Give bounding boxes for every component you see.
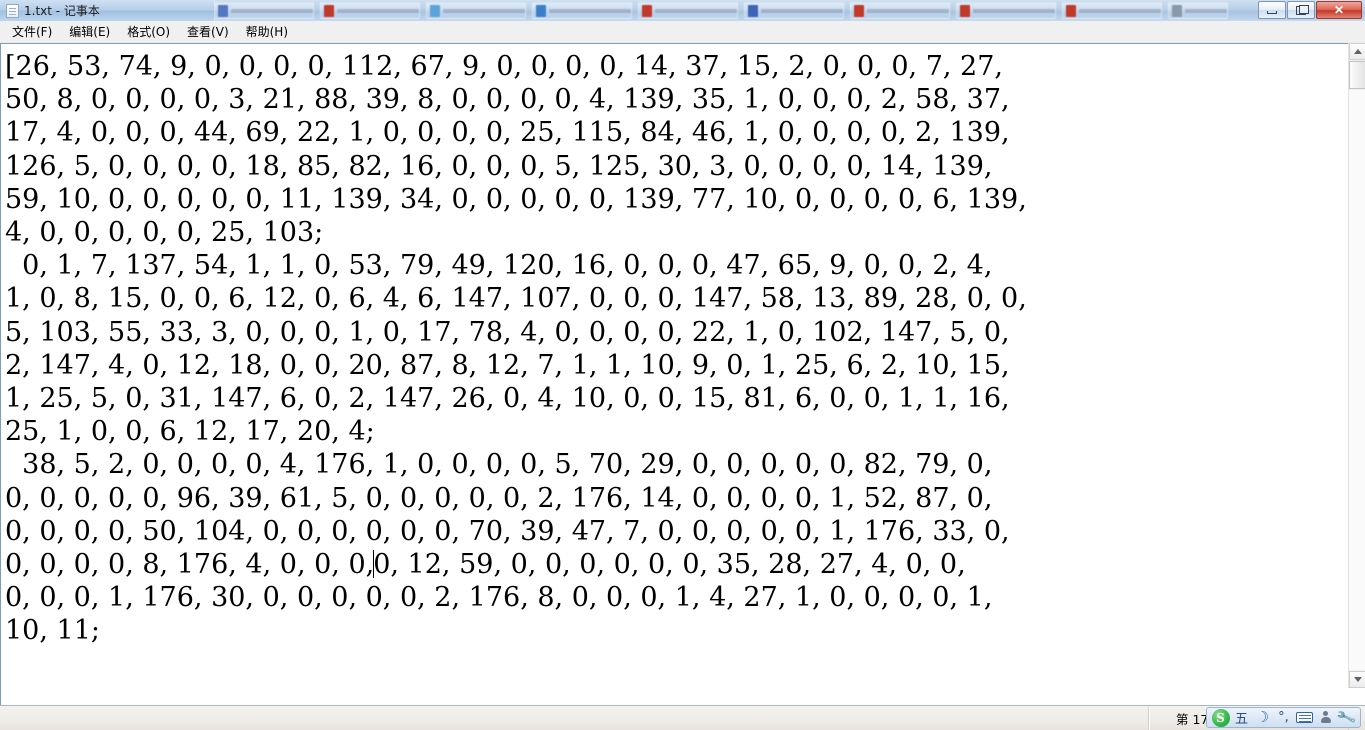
ime-tools[interactable]: 🔧 [1335,707,1358,728]
close-button[interactable]: ✕ [1316,1,1362,19]
wrench-icon: 🔧 [1335,707,1358,728]
editor-content: [26, 53, 74, 9, 0, 0, 0, 0, 112, 67, 9, … [5,50,1332,648]
chevron-up-icon [1353,49,1362,54]
ime-user-center[interactable] [1315,709,1336,727]
chevron-down-icon [1353,677,1362,682]
ime-shape-toggle[interactable]: ☽ [1252,709,1273,727]
ime-input-mode[interactable]: 五 [1231,709,1252,727]
statusbar-spacer [0,706,1149,730]
sogou-logo-icon: S [1211,708,1230,727]
editor-frame: [26, 53, 74, 9, 0, 0, 0, 0, 112, 67, 9, … [0,43,1365,705]
window-titlebar[interactable]: 1.txt - 记事本 ✕ [0,0,1365,21]
text-editor-area[interactable]: [26, 53, 74, 9, 0, 0, 0, 0, 112, 67, 9, … [1,44,1334,704]
restore-icon [1295,5,1309,15]
menu-edit[interactable]: 编辑(E) [61,20,119,43]
ime-toolbar[interactable]: S 五 ☽ °, 🔧 [1206,707,1361,728]
ime-punctuation-toggle[interactable]: °, [1273,709,1294,727]
window-controls: ✕ [1257,1,1362,19]
notepad-document-icon [6,4,19,18]
menu-view[interactable]: 查看(V) [179,20,238,43]
user-icon [1320,710,1332,725]
minimize-button[interactable] [1258,1,1286,19]
window-title: 1.txt - 记事本 [24,4,100,18]
statusbar: 第 17 行，第 32 列 [0,705,1365,730]
crescent-moon-icon: ☽ [1255,708,1270,726]
desktop-root: 1.txt - 记事本 ✕ 文件(F) 编辑(E) 格式(O) 查看(V) 帮助(H) … [0,0,1365,730]
menubar: 文件(F) 编辑(E) 格式(O) 查看(V) 帮助(H) [0,21,1365,43]
ime-soft-keyboard[interactable] [1294,709,1315,727]
close-icon: ✕ [1333,3,1345,17]
scrollbar-thumb[interactable] [1349,61,1365,89]
notepad-window: 1.txt - 记事本 ✕ 文件(F) 编辑(E) 格式(O) 查看(V) 帮助(H) … [0,0,1365,730]
menu-format[interactable]: 格式(O) [119,20,179,43]
scrollbar-track[interactable] [1349,90,1365,670]
minimize-icon [1267,11,1277,14]
menu-file[interactable]: 文件(F) [4,20,61,43]
vertical-scrollbar[interactable] [1348,43,1365,688]
menu-help[interactable]: 帮助(H) [238,20,297,43]
restore-button[interactable] [1287,1,1315,19]
editor-text-before-caret: [26, 53, 74, 9, 0, 0, 0, 0, 112, 67, 9, … [5,51,1027,581]
scroll-down-button[interactable] [1349,671,1365,688]
ime-logo[interactable]: S [1210,708,1231,727]
soft-keyboard-icon [1296,712,1313,723]
scroll-up-button[interactable] [1349,43,1365,60]
